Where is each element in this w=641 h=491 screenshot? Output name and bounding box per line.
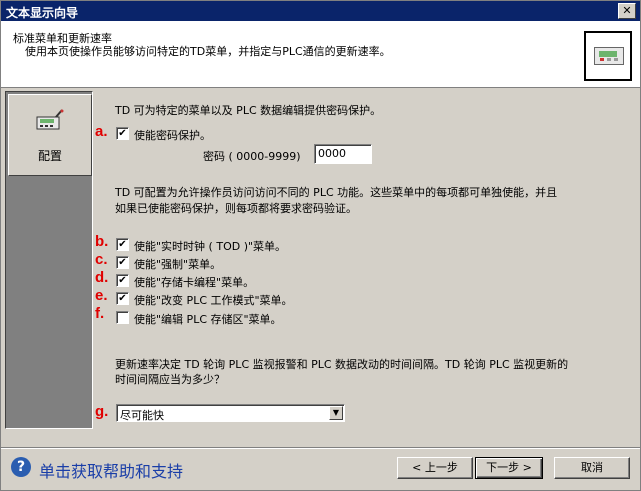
password-input[interactable]: 0000 bbox=[314, 144, 372, 164]
memory-card-menu-checkbox[interactable]: ✔ bbox=[116, 274, 129, 287]
force-menu-checkbox[interactable]: ✔ bbox=[116, 256, 129, 269]
cancel-button[interactable]: 取消 bbox=[554, 457, 630, 479]
edit-memory-menu-checkbox[interactable] bbox=[116, 311, 129, 324]
wizard-header: 标准菜单和更新速率 使用本页使操作员能够访问特定的TD菜单，并指定与PLC通信的… bbox=[1, 21, 640, 88]
marker-d: d. bbox=[95, 269, 109, 286]
marker-g: g. bbox=[95, 403, 109, 420]
tod-menu-checkbox[interactable]: ✔ bbox=[116, 238, 129, 251]
menu-intro-text-1: TD 可配置为允许操作员访问访问不同的 PLC 功能。这些菜单中的每项都可单独使… bbox=[115, 186, 558, 199]
marker-b: b. bbox=[95, 233, 109, 250]
update-rate-select[interactable]: 尽可能快 ▼ bbox=[116, 404, 345, 422]
title-bar[interactable]: 文本显示向导 ✕ bbox=[1, 1, 640, 21]
window-title: 文本显示向导 bbox=[6, 6, 79, 20]
force-menu-label: 使能"强制"菜单。 bbox=[134, 258, 222, 271]
close-button[interactable]: ✕ bbox=[618, 3, 636, 19]
back-button[interactable]: < 上一步 bbox=[397, 457, 473, 479]
update-rate-value: 尽可能快 bbox=[120, 409, 164, 422]
marker-e: e. bbox=[95, 287, 108, 304]
plc-mode-menu-checkbox[interactable]: ✔ bbox=[116, 292, 129, 305]
password-label: 密码 ( 0000-9999) bbox=[203, 150, 301, 163]
chevron-down-icon[interactable]: ▼ bbox=[329, 406, 343, 420]
td-device-icon bbox=[584, 31, 632, 81]
rate-text-2: 时间间隔应当为多少？ bbox=[115, 373, 225, 386]
marker-f: f. bbox=[95, 305, 105, 322]
marker-c: c. bbox=[95, 251, 108, 268]
password-protect-checkbox[interactable]: ✔ bbox=[116, 127, 129, 140]
close-icon: ✕ bbox=[622, 4, 632, 17]
password-protect-label: 使能密码保护。 bbox=[134, 129, 211, 142]
wizard-window: 文本显示向导 ✕ 标准菜单和更新速率 使用本页使操作员能够访问特定的TD菜单，并… bbox=[0, 0, 641, 491]
sidebar-item-label: 配置 bbox=[37, 149, 62, 163]
menu-intro-text-2: 如果已使能密码保护，则每项都将要求密码验证。 bbox=[115, 202, 357, 215]
plc-mode-menu-label: 使能"改变 PLC 工作模式"菜单。 bbox=[134, 294, 293, 307]
tod-menu-label: 使能"实时时钟 ( TOD )"菜单。 bbox=[134, 240, 287, 253]
header-description: 使用本页使操作员能够访问特定的TD菜单，并指定与PLC通信的更新速率。 bbox=[25, 45, 391, 58]
help-icon[interactable]: ? bbox=[11, 457, 31, 477]
sidebar: 配置 bbox=[5, 91, 93, 429]
rate-text-1: 更新速率决定 TD 轮询 PLC 监视报警和 PLC 数据改动的时间间隔。TD … bbox=[115, 358, 569, 371]
next-button[interactable]: 下一步 > bbox=[475, 457, 543, 479]
marker-a: a. bbox=[95, 123, 108, 140]
intro-text: TD 可为特定的菜单以及 PLC 数据编辑提供密码保护。 bbox=[115, 104, 382, 117]
sidebar-item-config[interactable]: 配置 bbox=[8, 94, 92, 176]
help-link[interactable]: 单击获取帮助和支持 bbox=[39, 458, 183, 482]
td-config-icon bbox=[36, 109, 64, 130]
footer-divider bbox=[1, 447, 640, 449]
memory-card-menu-label: 使能"存储卡编程"菜单。 bbox=[134, 276, 255, 289]
edit-memory-menu-label: 使能"编辑 PLC 存储区"菜单。 bbox=[134, 313, 282, 326]
